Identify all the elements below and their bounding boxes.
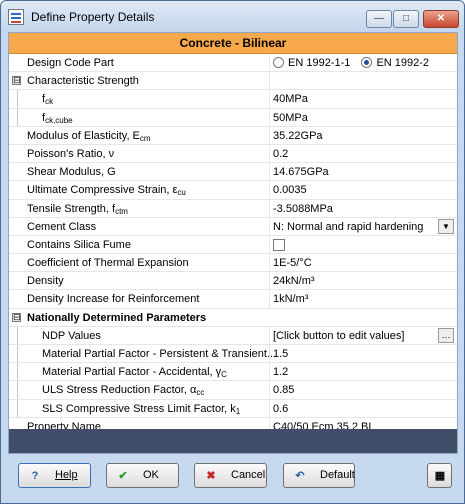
ok-button[interactable]: ✔ OK (106, 463, 179, 488)
thermal-value[interactable]: 1E-5/°C (273, 257, 312, 269)
row-poisson[interactable]: Poisson's Ratio, ν 0.2 (9, 144, 457, 164)
help-icon: ? (31, 470, 39, 482)
close-button[interactable]: ✕ (423, 10, 459, 28)
category-ndp[interactable]: ⊟ Nationally Determined Parameters (9, 309, 457, 327)
ndp-section-label: Nationally Determined Parameters (27, 311, 207, 324)
radio-unchecked-icon (273, 57, 284, 68)
radio-checked-icon (361, 57, 373, 68)
row-fck[interactable]: fck 40MPa (9, 90, 457, 109)
row-mpf-persistent[interactable]: Material Partial Factor - Persistent & T… (9, 345, 457, 364)
dialog-window: Define Property Details — □ ✕ Concrete -… (0, 0, 465, 504)
collapse-icon[interactable]: ⊟ (12, 76, 21, 86)
density-label: Density (27, 275, 64, 288)
ndp-edit-button[interactable]: … (438, 327, 454, 343)
window-title: Define Property Details (31, 10, 155, 24)
category-characteristic-strength[interactable]: ⊟ Characteristic Strength (9, 72, 457, 91)
modulus-label: Modulus of Elasticity, Ecm (27, 129, 151, 143)
silica-fume-checkbox[interactable] (273, 238, 285, 251)
description-band (9, 429, 457, 453)
cement-label: Cement Class (27, 220, 97, 233)
row-design-code: Design Code Part EN 1992-1-1 EN 1992-2 (9, 54, 457, 73)
material-type-header: Concrete - Bilinear (9, 33, 457, 54)
minimize-button[interactable]: — (366, 10, 392, 28)
sls-factor-value[interactable]: 0.6 (273, 403, 288, 415)
fck-cube-value[interactable]: 50MPa (273, 112, 308, 124)
design-code-label: Design Code Part (27, 57, 114, 69)
row-shear[interactable]: Shear Modulus, G 14.675GPa (9, 163, 457, 182)
mpf-accidental-value[interactable]: 1.2 (273, 366, 288, 378)
check-icon: ✔ (118, 470, 128, 482)
default-button[interactable]: ↶ Default (283, 463, 355, 488)
radio-en1992-2[interactable]: EN 1992-2 (361, 57, 429, 69)
uls-factor-value[interactable]: 0.85 (273, 384, 294, 396)
thermal-label: Coefficient of Thermal Expansion (27, 257, 189, 270)
modulus-value[interactable]: 35.22GPa (273, 130, 323, 142)
row-tensile[interactable]: Tensile Strength, fctm -3.5088MPa (9, 199, 457, 218)
density-value[interactable]: 24kN/m³ (273, 275, 315, 287)
shear-value[interactable]: 14.675GPa (273, 166, 329, 178)
row-cement-class[interactable]: Cement Class N: Normal and rapid hardeni… (9, 217, 457, 236)
fck-value[interactable]: 40MPa (273, 93, 308, 105)
close-icon: ✖ (206, 470, 216, 482)
row-sls-factor[interactable]: SLS Compressive Stress Limit Factor, k1 … (9, 399, 457, 418)
poisson-label: Poisson's Ratio, ν (27, 147, 115, 160)
row-thermal[interactable]: Coefficient of Thermal Expansion 1E-5/°C (9, 254, 457, 273)
tensile-value[interactable]: -3.5088MPa (273, 203, 333, 215)
calculator-icon: ▦ (434, 470, 446, 482)
row-ndp-values[interactable]: NDP Values [Click button to edit values]… (9, 326, 457, 345)
property-grid: Design Code Part EN 1992-1-1 EN 1992-2 ⊟… (9, 54, 457, 436)
silica-label: Contains Silica Fume (27, 238, 131, 251)
button-bar: ? Help ✔ OK ✖ Cancel ↶ Default ▦ (1, 457, 464, 503)
fck-cube-label: fck,cube (42, 111, 73, 125)
row-ult-strain[interactable]: Ultimate Compressive Strain, εcu 0.0035 (9, 181, 457, 200)
mpf-persistent-label: Material Partial Factor - Persistent & T… (42, 348, 277, 360)
row-fck-cube[interactable]: fck,cube 50MPa (9, 108, 457, 127)
title-bar[interactable]: Define Property Details — □ ✕ (1, 1, 464, 32)
calculator-button[interactable]: ▦ (427, 463, 452, 488)
row-density[interactable]: Density 24kN/m³ (9, 272, 457, 291)
row-silica-fume[interactable]: Contains Silica Fume (9, 235, 457, 255)
help-button[interactable]: ? Help (18, 463, 91, 488)
row-mpf-accidental[interactable]: Material Partial Factor - Accidental, γC… (9, 363, 457, 382)
sls-factor-label: SLS Compressive Stress Limit Factor, k1 (42, 402, 241, 416)
cement-select[interactable]: N: Normal and rapid hardening (273, 221, 423, 233)
tensile-label: Tensile Strength, fctm (27, 202, 128, 216)
fck-label: fck (42, 93, 54, 107)
poisson-value[interactable]: 0.2 (273, 148, 288, 160)
design-code-radio-group: EN 1992-1-1 EN 1992-2 (273, 57, 437, 69)
ndp-values-label: NDP Values (42, 329, 101, 342)
row-modulus[interactable]: Modulus of Elasticity, Ecm 35.22GPa (9, 126, 457, 145)
row-density-increase[interactable]: Density Increase for Reinforcement 1kN/m… (9, 290, 457, 309)
char-strength-label: Characteristic Strength (27, 75, 139, 88)
mpf-accidental-label: Material Partial Factor - Accidental, γC (42, 366, 227, 380)
uls-factor-label: ULS Stress Reduction Factor, αcc (42, 384, 205, 398)
undo-icon: ↶ (295, 470, 305, 482)
density-inc-label: Density Increase for Reinforcement (27, 293, 200, 306)
density-inc-value[interactable]: 1kN/m³ (273, 293, 308, 305)
row-uls-factor[interactable]: ULS Stress Reduction Factor, αcc 0.85 (9, 381, 457, 400)
ndp-values-value[interactable]: [Click button to edit values] (273, 330, 404, 342)
ult-strain-value[interactable]: 0.0035 (273, 184, 307, 196)
collapse-icon[interactable]: ⊟ (12, 312, 21, 322)
property-grid-panel: Concrete - Bilinear Design Code Part EN … (8, 32, 458, 454)
ult-strain-label: Ultimate Compressive Strain, εcu (27, 184, 186, 198)
maximize-button[interactable]: □ (393, 10, 419, 28)
app-icon (8, 9, 24, 25)
radio-en1992-1-1[interactable]: EN 1992-1-1 (273, 57, 350, 69)
shear-label: Shear Modulus, G (27, 166, 116, 179)
chevron-down-icon[interactable]: ▼ (438, 218, 454, 234)
mpf-persistent-value[interactable]: 1.5 (273, 348, 288, 360)
cancel-button[interactable]: ✖ Cancel (194, 463, 267, 488)
